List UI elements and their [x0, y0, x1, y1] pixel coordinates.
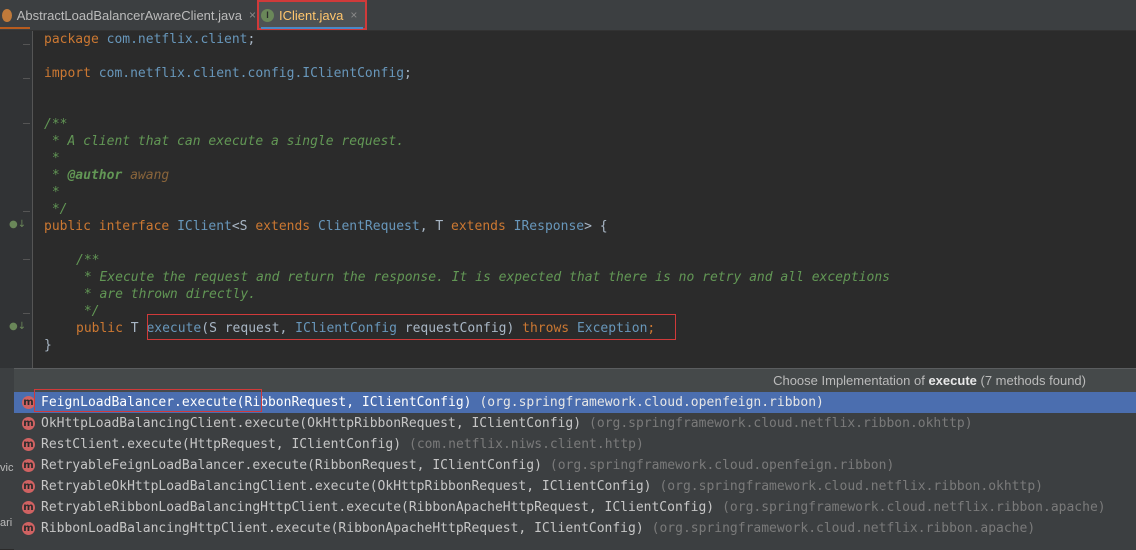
comment-line: * are thrown directly.	[76, 287, 257, 302]
code-line-interface: public interface IClient<S extends Clien…	[44, 219, 608, 234]
fold-marker[interactable]	[23, 44, 30, 45]
close-icon[interactable]: ×	[249, 8, 256, 22]
method-icon: m	[22, 459, 35, 472]
method-icon: m	[22, 501, 35, 514]
implemented-gutter-icon[interactable]: ●↓	[9, 219, 26, 230]
fold-marker[interactable]	[23, 313, 30, 314]
method-package: (com.netflix.niws.client.http)	[409, 437, 644, 452]
code-line-import: import com.netflix.client.config.IClient…	[44, 66, 412, 81]
fold-marker[interactable]	[23, 78, 30, 79]
method-package: (org.springframework.cloud.netflix.ribbo…	[651, 521, 1036, 536]
comment-line: /**	[44, 117, 68, 132]
method-signature: RetryableOkHttpLoadBalancingClient.execu…	[41, 479, 652, 494]
implementation-item[interactable]: m RestClient.execute(HttpRequest, IClien…	[14, 434, 1136, 455]
comment-line: */	[76, 304, 100, 319]
tab-modified-indicator	[0, 27, 30, 29]
method-signature: RetryableRibbonLoadBalancingHttpClient.e…	[41, 500, 715, 515]
comment-line: */	[44, 202, 68, 217]
comment-line: * A client that can execute a single req…	[44, 134, 405, 149]
comment-line: /**	[76, 253, 100, 268]
comment-line: *	[44, 185, 60, 200]
implementation-item[interactable]: m RetryableRibbonLoadBalancingHttpClient…	[14, 497, 1136, 518]
comment-line: *	[44, 151, 60, 166]
method-package: (org.springframework.cloud.netflix.ribbo…	[722, 500, 1106, 515]
choose-implementation-popup[interactable]: Choose Implementation of execute (7 meth…	[14, 368, 1136, 550]
method-signature: RibbonLoadBalancingHttpClient.execute(Ri…	[41, 521, 644, 536]
method-icon: m	[22, 522, 35, 535]
code-line-close-brace: }	[44, 338, 52, 353]
fold-marker[interactable]	[23, 259, 30, 260]
java-interface-icon: I	[261, 8, 274, 22]
method-icon: m	[22, 438, 35, 451]
close-icon[interactable]: ×	[350, 8, 357, 22]
selected-item-highlight	[34, 389, 262, 412]
code-editor[interactable]: ●↓ ●↓ package com.netflix.client; import…	[0, 31, 1136, 368]
tab-iclient[interactable]: I IClient.java ×	[257, 0, 367, 30]
side-panel-text: vic	[0, 462, 14, 474]
fold-marker[interactable]	[23, 211, 30, 212]
tab-abstract-load-balancer-aware-client[interactable]: AbstractLoadBalancerAwareClient.java ×	[0, 0, 256, 30]
method-icon: m	[22, 417, 35, 430]
comment-line: * Execute the request and return the res…	[76, 270, 890, 285]
editor-tab-bar: AbstractLoadBalancerAwareClient.java × I…	[0, 0, 1136, 31]
tab-label: IClient.java	[279, 7, 344, 23]
method-icon: m	[22, 480, 35, 493]
method-signature: RestClient.execute(HttpRequest, IClientC…	[41, 437, 402, 452]
method-package: (org.springframework.cloud.netflix.ribbo…	[589, 416, 973, 431]
code-line-package: package com.netflix.client;	[44, 32, 256, 47]
implementation-item[interactable]: m RetryableFeignLoadBalancer.execute(Rib…	[14, 455, 1136, 476]
comment-author-line: * @author awang	[44, 168, 170, 183]
fold-marker[interactable]	[23, 123, 30, 124]
method-package: (org.springframework.cloud.netflix.ribbo…	[659, 479, 1043, 494]
execute-signature-highlight	[147, 314, 676, 340]
implementation-item[interactable]: m RibbonLoadBalancingHttpClient.execute(…	[14, 518, 1136, 539]
implementation-item[interactable]: m RetryableOkHttpLoadBalancingClient.exe…	[14, 476, 1136, 497]
method-signature: OkHttpLoadBalancingClient.execute(OkHttp…	[41, 416, 582, 431]
side-panel-text: ari	[0, 517, 13, 529]
method-package: (org.springframework.cloud.openfeign.rib…	[479, 395, 824, 410]
java-class-icon	[2, 8, 12, 22]
editor-gutter: ●↓ ●↓	[0, 31, 33, 368]
implemented-gutter-icon[interactable]: ●↓	[9, 321, 26, 332]
side-panel-edge[interactable]: vic ari	[0, 368, 15, 549]
implementation-item[interactable]: m OkHttpLoadBalancingClient.execute(OkHt…	[14, 413, 1136, 434]
tab-label: AbstractLoadBalancerAwareClient.java	[16, 7, 242, 23]
method-signature: RetryableFeignLoadBalancer.execute(Ribbo…	[41, 458, 542, 473]
method-package: (org.springframework.cloud.openfeign.rib…	[549, 458, 895, 473]
